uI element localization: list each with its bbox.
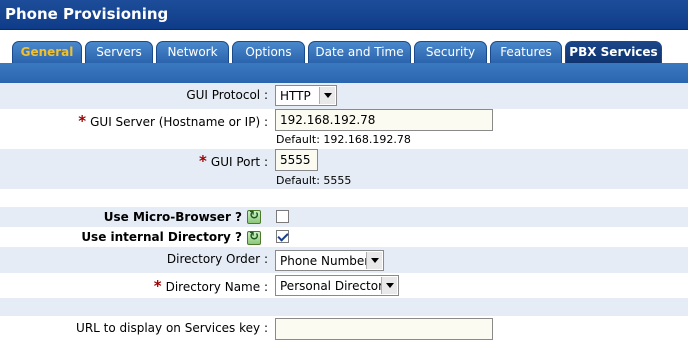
tab-pbx-services[interactable]: PBX Services — [565, 41, 662, 63]
internal-directory-label: Use internal Directory ? — [81, 230, 242, 244]
gui-server-input[interactable] — [275, 109, 493, 131]
gui-port-label: * GUI Port : — [199, 152, 268, 170]
row-gui-protocol: GUI Protocol : HTTP — [0, 83, 688, 109]
row-micro-browser: Use Micro-Browser ? — [0, 207, 688, 227]
gui-port-default: Default: 5555 — [276, 174, 352, 187]
gui-server-default: Default: 192.168.192.78 — [276, 133, 411, 146]
services-url-label: URL to display on Services key : — [76, 321, 268, 335]
chevron-down-icon[interactable] — [319, 87, 335, 104]
tab-servers[interactable]: Servers — [85, 41, 153, 63]
micro-browser-checkbox[interactable] — [276, 210, 289, 223]
gui-port-input[interactable] — [275, 149, 318, 171]
directory-order-label: Directory Order : — [166, 252, 268, 266]
refresh-icon[interactable] — [247, 229, 261, 245]
internal-directory-checkbox[interactable] — [276, 230, 289, 243]
row-directory-name: * Directory Name : Personal Directory — [0, 273, 688, 298]
gui-protocol-select[interactable]: HTTP — [275, 85, 337, 106]
row-services-url: URL to display on Services key : — [0, 316, 688, 340]
tab-general[interactable]: General — [12, 41, 82, 63]
micro-browser-label: Use Micro-Browser ? — [103, 210, 242, 224]
gui-server-label: * GUI Server (Hostname or IP) : — [78, 112, 268, 130]
tab-network[interactable]: Network — [156, 41, 229, 63]
title-bar: Phone Provisioning — [0, 0, 688, 30]
tab-content-header — [0, 63, 688, 83]
gui-protocol-label: GUI Protocol : — [186, 88, 268, 102]
tab-security[interactable]: Security — [414, 41, 487, 63]
tab-features[interactable]: Features — [490, 41, 562, 63]
spacer-row — [0, 298, 688, 316]
chevron-down-icon[interactable] — [366, 252, 382, 269]
directory-name-select[interactable]: Personal Directory — [275, 275, 399, 296]
tab-date-and-time[interactable]: Date and Time — [308, 41, 411, 63]
row-internal-directory: Use internal Directory ? — [0, 227, 688, 247]
row-gui-server: *GUI Server (Hostname or IP) : Default: … — [0, 109, 688, 149]
services-url-input[interactable] — [275, 318, 493, 340]
row-directory-order: Directory Order : Phone Number — [0, 247, 688, 273]
directory-order-select[interactable]: Phone Number — [275, 250, 384, 271]
chevron-down-icon[interactable] — [381, 277, 397, 294]
page-title: Phone Provisioning — [5, 5, 169, 23]
tab-options[interactable]: Options — [232, 41, 305, 63]
row-gui-port: *GUI Port : Default: 5555 — [0, 149, 688, 189]
tab-strip: General Servers Network Options Date and… — [0, 30, 688, 63]
directory-name-label: * Directory Name : — [153, 277, 268, 295]
spacer-row — [0, 189, 688, 207]
refresh-icon[interactable] — [247, 208, 261, 224]
